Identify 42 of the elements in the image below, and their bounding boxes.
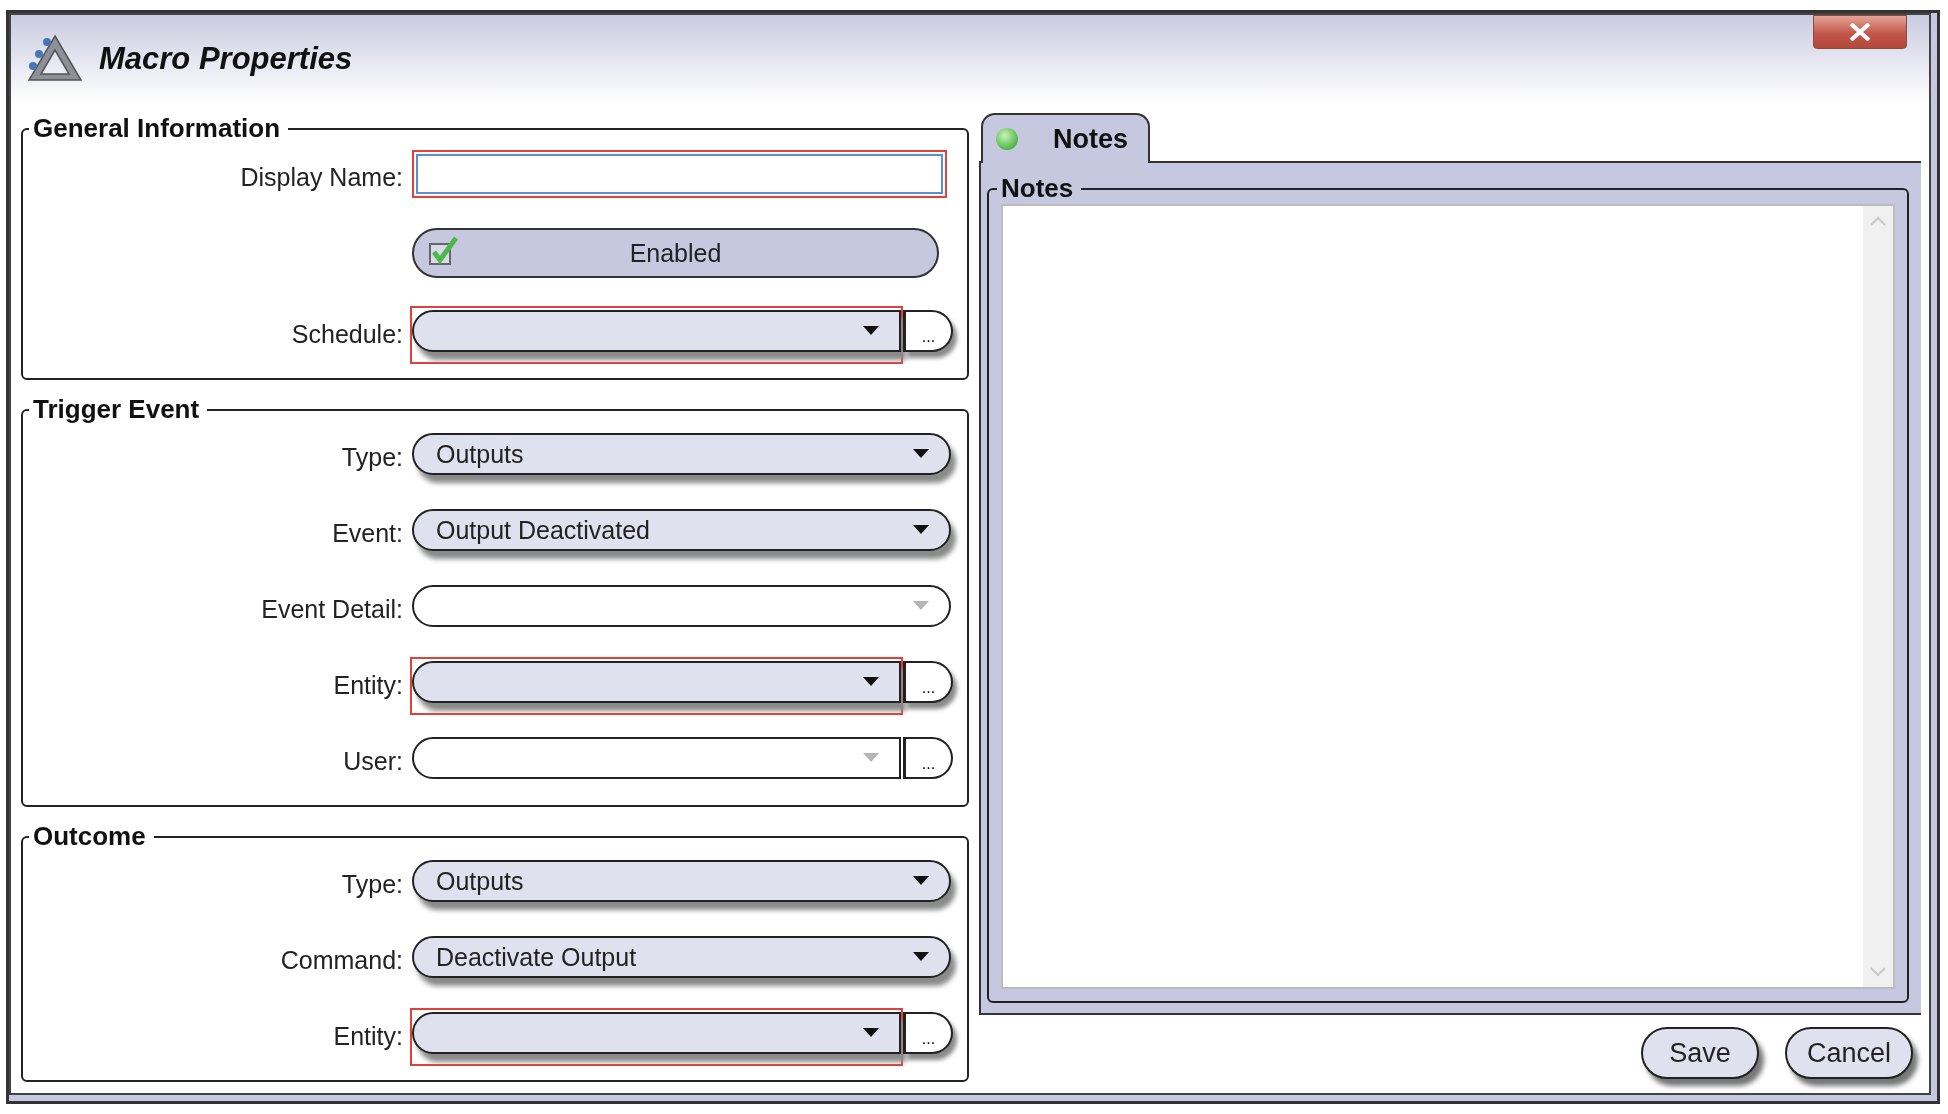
browse-button[interactable]: ... xyxy=(903,1012,953,1054)
browse-button[interactable]: ... xyxy=(903,661,953,703)
browse-button[interactable]: ... xyxy=(903,310,953,352)
tab[interactable]: Notes xyxy=(981,113,1150,163)
field-label: Event: xyxy=(332,518,403,548)
dropdown-arrow-icon xyxy=(863,1028,879,1038)
field-label: Type: xyxy=(341,869,403,899)
group-title: Trigger Event xyxy=(32,394,201,425)
field-label: Command: xyxy=(280,945,403,975)
group-title: Notes xyxy=(1000,173,1075,204)
close-button[interactable] xyxy=(1813,15,1907,49)
field-label: Entity: xyxy=(333,1021,403,1051)
dialog-button[interactable]: Save xyxy=(1640,1027,1759,1079)
dropdown[interactable] xyxy=(412,310,901,352)
dropdown-arrow-icon xyxy=(863,753,879,763)
logo-icon xyxy=(25,34,83,84)
dropdown[interactable]: Outputs xyxy=(412,433,951,475)
dropdown-arrow-icon xyxy=(913,601,929,611)
dropdown-arrow-icon xyxy=(863,677,879,687)
dropdown[interactable] xyxy=(412,1012,901,1054)
dropdown[interactable] xyxy=(412,661,901,703)
dropdown[interactable]: Deactivate Output xyxy=(412,936,951,978)
dropdown-arrow-icon xyxy=(913,876,929,886)
field-label: Entity: xyxy=(333,670,403,700)
dropdown-arrow-icon xyxy=(913,525,929,535)
window-title: Macro Properties xyxy=(99,41,353,77)
status-dot-icon xyxy=(995,127,1019,151)
field-label: Schedule: xyxy=(291,319,403,349)
dropdown-arrow-icon xyxy=(863,326,879,336)
toggle-button[interactable]: Enabled xyxy=(412,228,939,278)
dialog-button[interactable]: Cancel xyxy=(1784,1027,1913,1079)
dropdown[interactable]: Outputs xyxy=(412,860,951,902)
group-title: General Information xyxy=(32,113,282,144)
close-icon xyxy=(1849,23,1871,41)
field-label: Event Detail: xyxy=(261,594,403,624)
group-title: Outcome xyxy=(32,821,147,852)
dropdown-arrow-icon xyxy=(913,952,929,962)
field-label: Type: xyxy=(341,442,403,472)
dropdown[interactable]: Output Deactivated xyxy=(412,509,951,551)
dropdown-arrow-icon xyxy=(913,449,929,459)
field-label: User: xyxy=(343,746,403,776)
field-label: Display Name: xyxy=(240,162,403,192)
